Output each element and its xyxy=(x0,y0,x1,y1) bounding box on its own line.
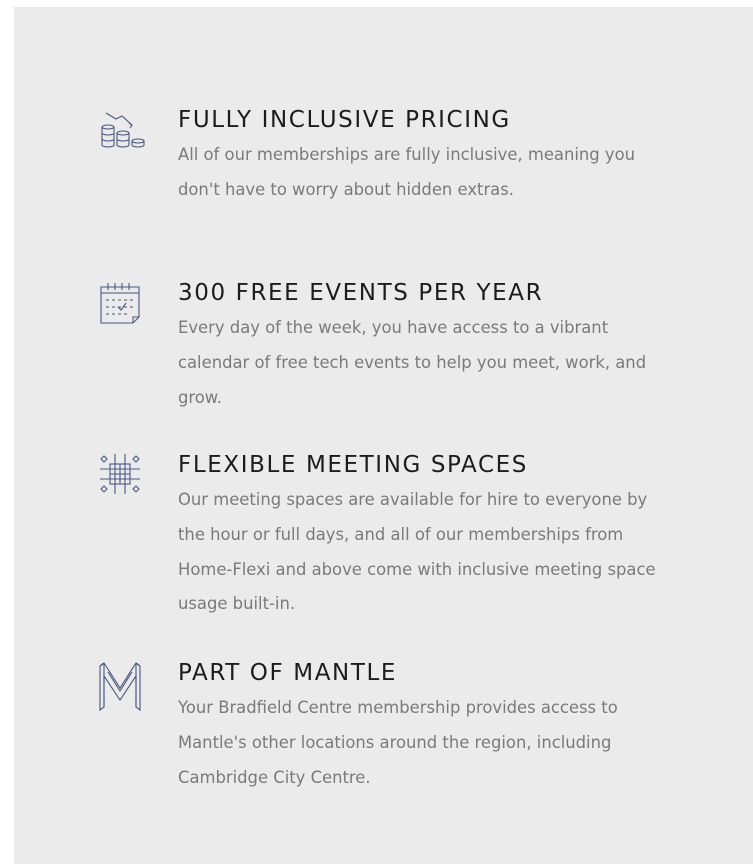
feature-description: All of our memberships are fully inclusi… xyxy=(178,145,636,199)
feature-title: 300 FREE EVENTS PER YEAR xyxy=(178,280,544,306)
features-panel: FULLY INCLUSIVE PRICING All of our membe… xyxy=(14,7,753,864)
coin-stacks-icon xyxy=(98,107,150,159)
feature-description: Your Bradfield Centre membership provide… xyxy=(178,698,618,787)
calendar-icon xyxy=(98,280,150,332)
meeting-table-icon xyxy=(98,452,150,504)
mantle-m-logo-icon xyxy=(98,660,150,712)
feature-title: FULLY INCLUSIVE PRICING xyxy=(178,107,511,133)
feature-title: FLEXIBLE MEETING SPACES xyxy=(178,452,528,478)
feature-description: Our meeting spaces are available for hir… xyxy=(178,490,656,614)
feature-description: Every day of the week, you have access t… xyxy=(178,318,647,407)
feature-title: PART OF MANTLE xyxy=(178,660,398,686)
